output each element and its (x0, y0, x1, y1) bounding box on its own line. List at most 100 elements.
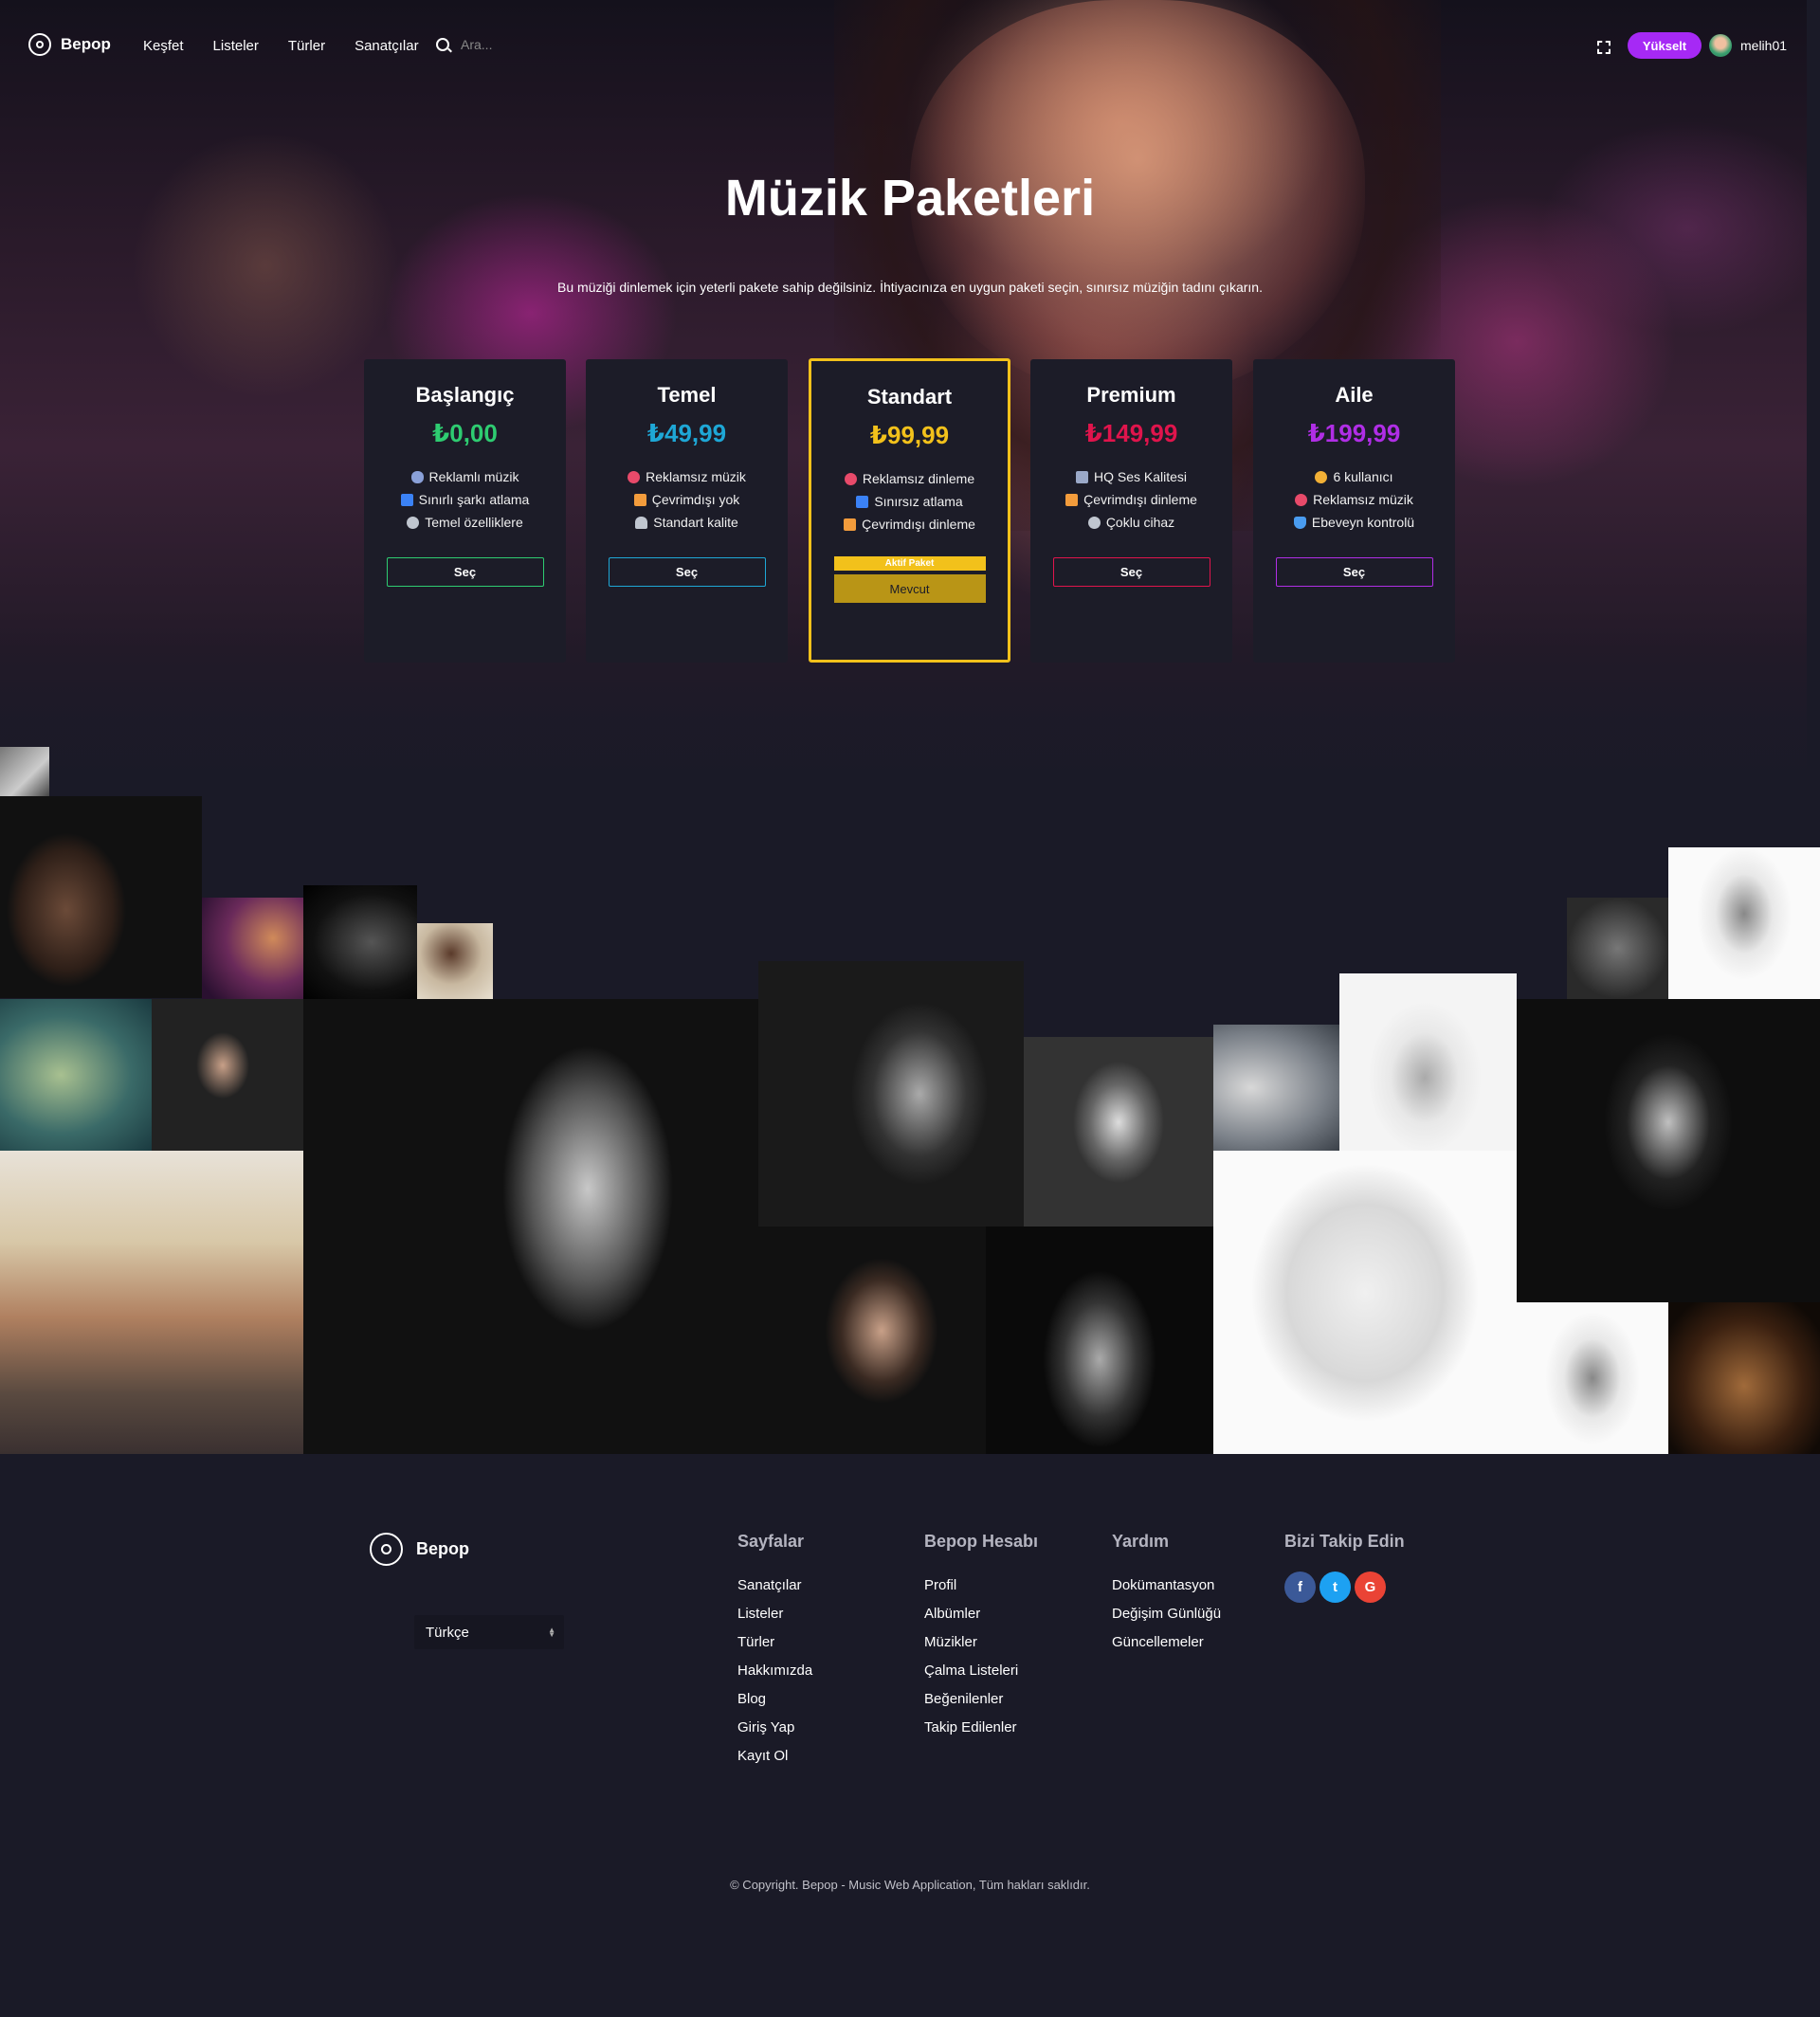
footer-link[interactable]: Türler (737, 1628, 812, 1657)
footer-social: Bizi Takip Edin f t G (1284, 1532, 1405, 1603)
footer-link[interactable]: Güncellemeler (1112, 1628, 1221, 1657)
brand-logo[interactable]: Bepop (28, 33, 111, 56)
plan-feature: Çevrimdışı dinleme (811, 513, 1008, 536)
plan-features: HQ Ses Kalitesi Çevrimdışı dinleme Çoklu… (1030, 465, 1232, 534)
plan-price: ₺49,99 (646, 419, 727, 447)
google-icon[interactable]: G (1355, 1572, 1386, 1603)
nav-link-kesfet[interactable]: Keşfet (143, 38, 184, 54)
footer-link[interactable]: Kayıt Ol (737, 1742, 812, 1771)
footer-link[interactable]: Beğenilenler (924, 1685, 1038, 1714)
select-button[interactable]: Seç (608, 557, 766, 587)
shield-icon (1293, 517, 1306, 529)
footer-link[interactable]: Profil (924, 1572, 1038, 1600)
avatar[interactable] (1709, 34, 1732, 57)
footer-link[interactable]: Değişim Günlüğü (1112, 1600, 1221, 1628)
plan-price: ₺99,99 (869, 421, 950, 449)
plan-name: Temel (657, 383, 717, 407)
language-value: Türkçe (426, 1624, 469, 1641)
footer-brand-name: Bepop (416, 1539, 469, 1558)
footer-column-title: Bizi Takip Edin (1284, 1532, 1405, 1551)
plan-price: ₺199,99 (1307, 419, 1401, 447)
search-icon[interactable] (436, 38, 449, 51)
photo-tile (417, 923, 493, 999)
music-note-icon (410, 471, 424, 483)
top-nav: Bepop Keşfet Listeler Türler Sanatçılar … (0, 0, 1807, 93)
no-entry-icon (1295, 494, 1308, 506)
photo-tile (0, 999, 152, 1151)
plan-feature: Sınırlı şarkı atlama (364, 488, 566, 511)
footer-link[interactable]: Blog (737, 1685, 812, 1714)
link-icon (1087, 517, 1101, 529)
plan-card-baslangic: Başlangıç ₺0,00 Reklamlı müzik Sınırlı ş… (364, 359, 566, 663)
skip-icon (400, 494, 413, 506)
plan-feature: Reklamsız müzik (586, 465, 788, 488)
footer-link[interactable]: Çalma Listeleri (924, 1657, 1038, 1685)
nav-links: Keşfet Listeler Türler Sanatçılar (143, 38, 419, 54)
footer-column-title: Yardım (1112, 1532, 1170, 1551)
footer-link[interactable]: Takip Edilenler (924, 1714, 1038, 1742)
twitter-icon[interactable]: t (1320, 1572, 1351, 1603)
page-subtitle: Bu müziği dinlemek için yeterli pakete s… (557, 280, 1263, 295)
photo-tile (0, 796, 202, 998)
offline-icon (633, 494, 646, 506)
plan-features: Reklamsız dinleme Sınırsız atlama Çevrim… (811, 467, 1008, 536)
photo-tile (1213, 1025, 1339, 1151)
footer-link[interactable]: Hakkımızda (737, 1657, 812, 1685)
upgrade-button[interactable]: Yükselt (1628, 32, 1702, 59)
footer-link[interactable]: Albümler (924, 1600, 1038, 1628)
username[interactable]: melih01 (1740, 38, 1787, 53)
photo-tile (1668, 1302, 1820, 1454)
plan-feature: Reklamlı müzik (364, 465, 566, 488)
photo-tile (758, 961, 1024, 1227)
plan-name: Başlangıç (415, 383, 515, 407)
facebook-icon[interactable]: f (1284, 1572, 1316, 1603)
current-plan-button[interactable]: Mevcut (833, 574, 986, 603)
photo-tile (1668, 847, 1820, 999)
plan-name: Premium (1086, 383, 1176, 407)
plan-feature: Reklamsız müzik (1253, 488, 1455, 511)
plan-features: Reklamlı müzik Sınırlı şarkı atlama Teme… (364, 465, 566, 534)
select-button[interactable]: Seç (386, 557, 544, 587)
nav-link-listeler[interactable]: Listeler (213, 38, 259, 54)
photo-tile (1213, 1151, 1517, 1454)
fullscreen-icon[interactable] (1597, 41, 1611, 54)
footer-link[interactable]: Listeler (737, 1600, 812, 1628)
plan-card-standart: Standart ₺99,99 Reklamsız dinleme Sınırs… (809, 358, 1010, 663)
plan-name: Standart (866, 385, 953, 409)
footer-link[interactable]: Dokümantasyon (1112, 1572, 1221, 1600)
footer-column-sayfalar: Sayfalar Sanatçılar Listeler Türler Hakk… (737, 1532, 812, 1771)
footer-column-yardim: Yardım Dokümantasyon Değişim Günlüğü Gün… (1112, 1532, 1221, 1657)
select-button[interactable]: Seç (1275, 557, 1433, 587)
no-entry-icon (844, 473, 857, 485)
nav-link-turler[interactable]: Türler (288, 38, 325, 54)
plan-feature: Reklamsız dinleme (811, 467, 1008, 490)
photo-tile (202, 898, 303, 999)
plan-feature: Standart kalite (586, 511, 788, 534)
plan-name: Aile (1335, 383, 1374, 407)
plan-feature: Ebeveyn kontrolü (1253, 511, 1455, 534)
search-box[interactable]: Ara... (436, 37, 492, 52)
language-select[interactable]: Türkçe ▲ ▼ (414, 1615, 564, 1649)
photo-tile (1339, 973, 1517, 1151)
plan-feature: HQ Ses Kalitesi (1030, 465, 1232, 488)
gear-icon (407, 517, 420, 529)
footer-brand-logo[interactable]: Bepop (370, 1533, 469, 1566)
photo-tile (1024, 1037, 1213, 1227)
photo-tile (758, 1227, 986, 1454)
nav-link-sanatcilar[interactable]: Sanatçılar (355, 38, 419, 54)
headphones-icon (635, 517, 648, 529)
footer-link[interactable]: Giriş Yap (737, 1714, 812, 1742)
plan-feature: Sınırsız atlama (811, 490, 1008, 513)
page-title: Müzik Paketleri (724, 170, 1096, 227)
offline-icon (844, 518, 857, 531)
select-button[interactable]: Seç (1052, 557, 1210, 587)
photo-tile (303, 999, 758, 1454)
footer-link[interactable]: Sanatçılar (737, 1572, 812, 1600)
plan-card-aile: Aile ₺199,99 6 kullanıcı Reklamsız müzik… (1253, 359, 1455, 663)
active-plan-badge: Aktif Paket (833, 556, 986, 571)
footer-column-title: Bepop Hesabı (924, 1532, 1039, 1551)
family-icon (1315, 471, 1328, 483)
skip-icon (856, 496, 869, 508)
search-input[interactable]: Ara... (461, 37, 492, 52)
footer-link[interactable]: Müzikler (924, 1628, 1038, 1657)
